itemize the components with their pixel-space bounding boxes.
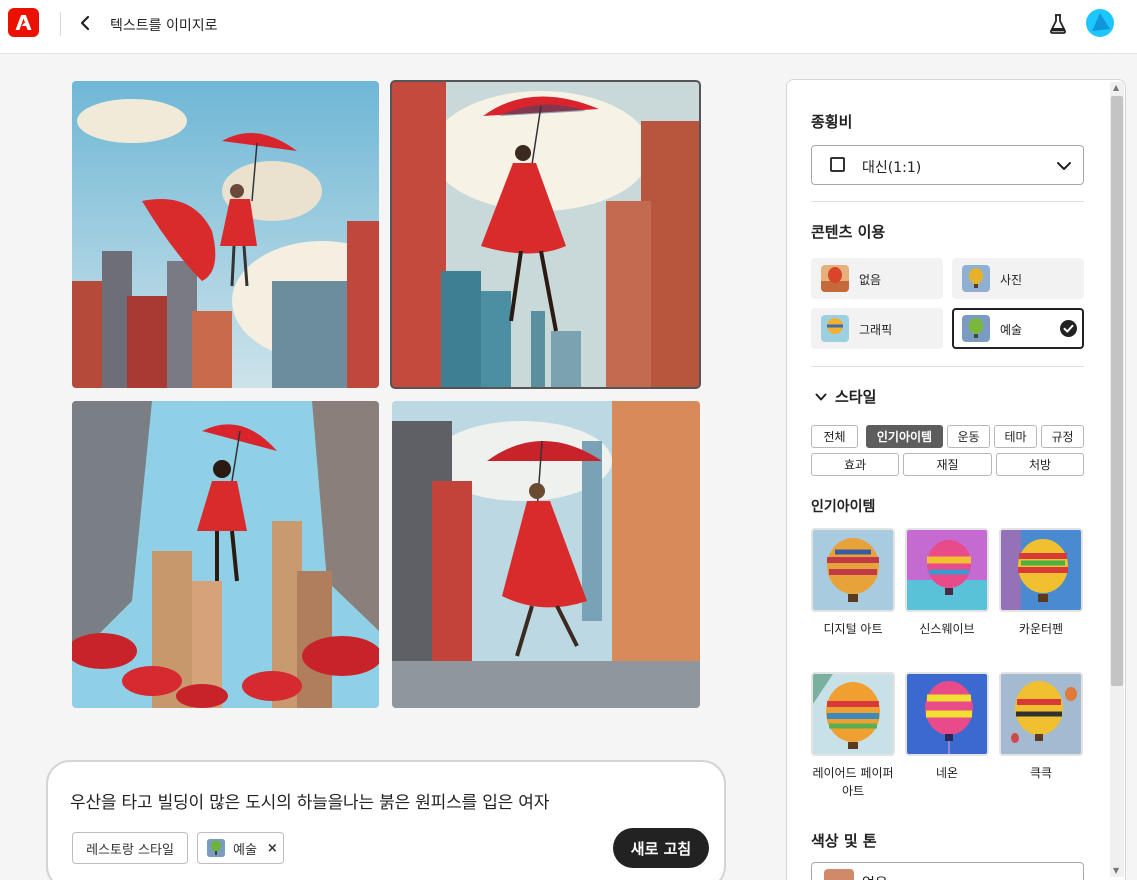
chevron-down-icon	[815, 393, 827, 400]
style-card-kk[interactable]	[999, 672, 1083, 756]
style-section-toggle[interactable]: 스타일	[815, 386, 876, 407]
style-label-layered-paper: 레이어드 페이퍼 아트	[803, 764, 903, 800]
style-tag-prescription[interactable]: 처방	[996, 453, 1084, 476]
style-section-title: 스타일	[835, 388, 877, 406]
content-type-none-label: 없음	[859, 273, 882, 287]
generated-image-4[interactable]	[392, 401, 700, 708]
style-tag-popular[interactable]: 인기아이템	[866, 425, 943, 448]
style-tag-materials[interactable]: 재질	[903, 453, 992, 476]
aspect-ratio-title: 종횡비	[811, 113, 853, 131]
style-label-synthwave: 신스웨이브	[919, 622, 975, 636]
color-tone-select[interactable]: 없음	[811, 862, 1084, 880]
style-tag-motion[interactable]: 운동	[947, 425, 990, 448]
back-arrow-icon[interactable]	[78, 14, 94, 32]
art-thumb-icon	[207, 839, 225, 857]
aspect-ratio-value: 대신(1:1)	[862, 160, 922, 176]
style-label-layered-paper-line2: 아트	[841, 784, 865, 798]
divider	[811, 366, 1084, 367]
style-label-neon: 네온	[935, 766, 959, 780]
style-chip[interactable]: 레스토랑 스타일	[72, 832, 188, 864]
page-title: 텍스트를 이미지로	[110, 18, 218, 34]
remove-chip-icon[interactable]: ×	[267, 841, 278, 856]
color-tone-title: 색상 및 톤	[811, 832, 877, 850]
photo-balloon-icon	[962, 265, 990, 292]
labs-flask-icon[interactable]	[1048, 13, 1068, 35]
style-tag-all[interactable]: 전체	[811, 425, 858, 448]
refresh-button[interactable]: 새로 고침	[613, 828, 709, 868]
panel-scrollbar-thumb[interactable]	[1111, 96, 1123, 686]
settings-panel	[786, 79, 1126, 880]
style-label-layered-paper-line1: 레이어드 페이퍼	[812, 766, 894, 780]
content-type-photo[interactable]: 사진	[952, 258, 1084, 299]
content-type-art-label: 예술	[1000, 323, 1023, 337]
prompt-input[interactable]: 우산을 타고 빌딩이 많은 도시의 하늘을나는 붉은 원피스를 입은 여자	[70, 788, 549, 813]
content-type-title: 콘텐츠 이용	[811, 223, 886, 241]
content-type-none[interactable]: 없음	[811, 258, 943, 299]
square-ratio-icon	[830, 157, 845, 172]
art-balloon-icon	[962, 315, 990, 342]
tone-balloon-icon	[824, 869, 854, 880]
content-type-chip[interactable]: 예술 ×	[197, 832, 284, 864]
scroll-down-icon[interactable]: ▼	[1113, 866, 1119, 875]
style-label-digital-art: 디지털 아트	[823, 622, 883, 636]
header-divider	[60, 12, 61, 36]
style-tag-effects[interactable]: 효과	[811, 453, 899, 476]
scroll-up-icon[interactable]: ▲	[1113, 83, 1119, 92]
style-card-synthwave[interactable]	[905, 528, 989, 612]
top-bar: 텍스트를 이미지로	[0, 0, 1137, 54]
user-avatar[interactable]	[1086, 9, 1114, 37]
divider	[811, 201, 1084, 202]
style-card-layered-paper[interactable]	[811, 672, 895, 756]
style-tag-rules[interactable]: 규정	[1041, 425, 1084, 448]
content-type-graphic-label: 그래픽	[859, 323, 893, 337]
content-type-chip-label: 예술	[233, 842, 257, 858]
generated-image-3[interactable]	[72, 401, 379, 708]
popular-section-title: 인기아이템	[811, 499, 876, 515]
checkmark-icon	[1060, 320, 1077, 337]
generated-image-2[interactable]	[390, 80, 701, 389]
style-card-neon[interactable]	[905, 672, 989, 756]
style-label-kk: 큭큭	[1029, 766, 1053, 780]
content-type-graphic[interactable]: 그래픽	[811, 308, 943, 349]
style-card-counterpen[interactable]	[999, 528, 1083, 612]
graphic-balloon-icon	[821, 315, 849, 342]
adobe-logo-icon[interactable]	[8, 8, 39, 37]
none-balloon-icon	[821, 265, 849, 292]
color-tone-value: 없음	[862, 873, 888, 880]
generated-image-1[interactable]	[72, 81, 379, 388]
style-tag-theme[interactable]: 테마	[994, 425, 1037, 448]
content-type-art[interactable]: 예술	[952, 308, 1084, 349]
prompt-panel: 우산을 타고 빌딩이 많은 도시의 하늘을나는 붉은 원피스를 입은 여자 레스…	[46, 760, 726, 880]
aspect-ratio-select[interactable]: 대신(1:1)	[811, 145, 1084, 185]
style-label-counterpen: 카운터펜	[1018, 622, 1064, 636]
content-type-photo-label: 사진	[1000, 273, 1023, 287]
style-card-digital-art[interactable]	[811, 528, 895, 612]
chevron-down-icon	[1057, 162, 1071, 170]
